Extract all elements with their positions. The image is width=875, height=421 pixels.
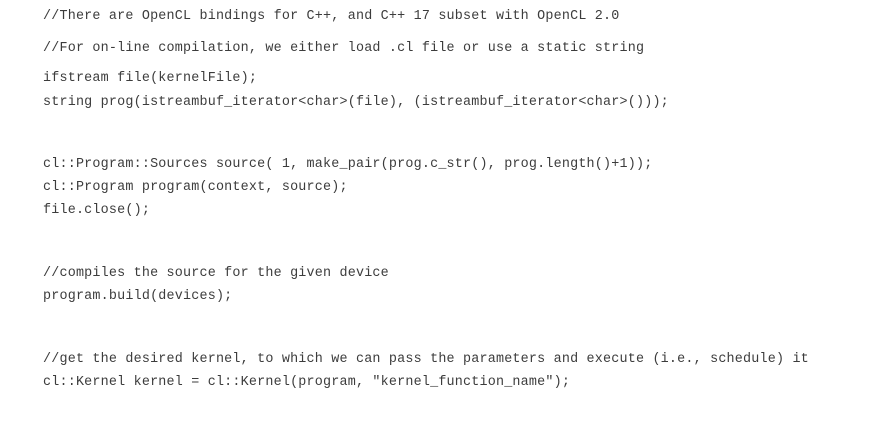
code-line: file.close(); xyxy=(43,203,151,218)
code-line: cl::Kernel kernel = cl::Kernel(program, … xyxy=(43,375,571,390)
code-comment-line: //compiles the source for the given devi… xyxy=(43,266,389,281)
code-line: cl::Program program(context, source); xyxy=(43,180,348,195)
code-line: program.build(devices); xyxy=(43,289,233,304)
code-line: cl::Program::Sources source( 1, make_pai… xyxy=(43,157,653,172)
code-line: string prog(istreambuf_iterator<char>(fi… xyxy=(43,95,669,110)
code-listing: //There are OpenCL bindings for C++, and… xyxy=(0,0,875,421)
code-comment-line: //There are OpenCL bindings for C++, and… xyxy=(43,9,620,24)
code-line: ifstream file(kernelFile); xyxy=(43,71,258,86)
code-comment-line: //For on-line compilation, we either loa… xyxy=(43,41,645,56)
code-comment-line: //get the desired kernel, to which we ca… xyxy=(43,352,809,367)
